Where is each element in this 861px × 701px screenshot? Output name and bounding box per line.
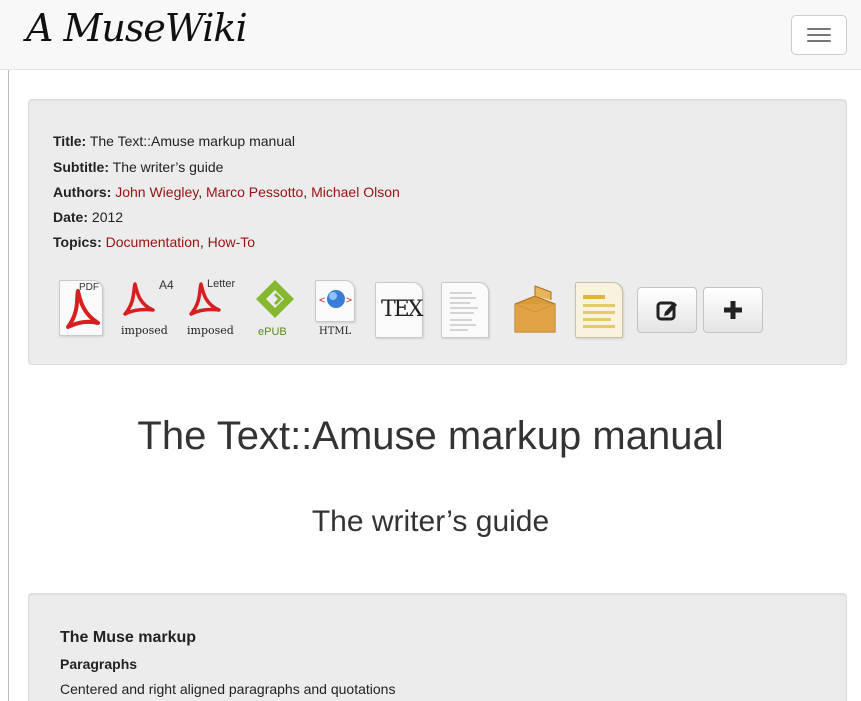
topic-link[interactable]: How-To bbox=[208, 234, 255, 250]
download-pdf[interactable]: PDF bbox=[59, 278, 111, 342]
table-of-contents: The Muse markup Paragraphs Centered and … bbox=[28, 593, 847, 701]
epub-caption: ePUB bbox=[258, 326, 287, 338]
download-letter-imposed[interactable]: Letter imposed bbox=[187, 278, 253, 342]
download-zip[interactable] bbox=[511, 278, 563, 342]
html-icon: < > bbox=[315, 280, 355, 322]
svg-text:>: > bbox=[346, 295, 352, 306]
menu-toggle-button[interactable] bbox=[791, 15, 847, 55]
add-button[interactable] bbox=[703, 287, 763, 333]
list-separator: , bbox=[303, 184, 312, 200]
letter-tag: Letter bbox=[207, 278, 236, 290]
edit-icon bbox=[656, 301, 677, 321]
tex-icon: TEX bbox=[375, 282, 423, 338]
download-formats: PDF A4 imposed Letter imposed ePUB < > H… bbox=[59, 278, 779, 342]
meta-date-value: 2012 bbox=[91, 209, 124, 225]
author-link[interactable]: Michael Olson bbox=[311, 184, 400, 200]
letter-caption: imposed bbox=[187, 324, 234, 337]
meta-topics-label: Topics: bbox=[53, 234, 102, 250]
pdf-tag: PDF bbox=[79, 282, 99, 293]
author-link[interactable]: John Wiegley bbox=[115, 184, 198, 200]
hamburger-icon-bar bbox=[807, 34, 831, 36]
list-separator: , bbox=[198, 184, 207, 200]
meta-topics: Topics: Documentation, How-To bbox=[53, 234, 255, 250]
author-link[interactable]: Marco Pessotto bbox=[206, 184, 303, 200]
meta-title-value: The Text::Amuse markup manual bbox=[89, 133, 296, 149]
meta-date-label: Date: bbox=[53, 209, 89, 225]
download-odt[interactable] bbox=[575, 278, 627, 342]
zip-archive-icon bbox=[514, 285, 556, 333]
page-subtitle: The writer’s guide bbox=[311, 505, 550, 538]
list-separator: , bbox=[199, 234, 208, 250]
hamburger-icon-bar bbox=[807, 28, 831, 30]
meta-title: Title: The Text::Amuse markup manual bbox=[53, 133, 295, 149]
a4-tag: A4 bbox=[159, 278, 174, 292]
pdf-icon: PDF bbox=[59, 280, 103, 336]
meta-subtitle-label: Subtitle: bbox=[53, 159, 109, 175]
site-logo[interactable]: A MuseWiki bbox=[26, 6, 248, 50]
tex-tag: TEX bbox=[381, 297, 423, 322]
plain-text-icon bbox=[441, 282, 489, 338]
meta-title-label: Title: bbox=[53, 133, 87, 149]
meta-subtitle-value: The writer’s guide bbox=[112, 159, 224, 175]
svg-text:<: < bbox=[319, 295, 325, 306]
epub-icon bbox=[256, 280, 294, 318]
plus-icon bbox=[724, 301, 742, 319]
meta-subtitle: Subtitle: The writer’s guide bbox=[53, 159, 223, 175]
hamburger-icon-bar bbox=[807, 40, 831, 42]
meta-date: Date: 2012 bbox=[53, 209, 123, 225]
topic-link[interactable]: Documentation bbox=[106, 234, 200, 250]
download-a4-imposed[interactable]: A4 imposed bbox=[121, 278, 183, 342]
download-tex[interactable]: TEX bbox=[375, 278, 429, 342]
odt-icon bbox=[575, 282, 623, 338]
html-caption: HTML bbox=[319, 326, 352, 337]
download-html[interactable]: < > HTML bbox=[315, 278, 363, 342]
download-plain-text[interactable] bbox=[441, 278, 493, 342]
toc-item-link[interactable]: Centered and right aligned paragraphs an… bbox=[60, 681, 395, 697]
toc-subsection-link[interactable]: Paragraphs bbox=[60, 656, 137, 672]
page-title: The Text::Amuse markup manual bbox=[137, 414, 724, 458]
download-epub[interactable]: ePUB bbox=[252, 278, 302, 342]
navbar: A MuseWiki bbox=[0, 0, 861, 70]
meta-authors: Authors: John Wiegley, Marco Pessotto, M… bbox=[53, 184, 400, 200]
edit-button[interactable] bbox=[637, 287, 697, 333]
left-border bbox=[8, 0, 9, 701]
toc-section-link[interactable]: The Muse markup bbox=[60, 629, 196, 647]
pdf-a4-imposed-icon bbox=[123, 282, 155, 316]
a4-caption: imposed bbox=[121, 324, 168, 337]
meta-authors-label: Authors: bbox=[53, 184, 112, 200]
text-metadata-panel: Title: The Text::Amuse markup manual Sub… bbox=[28, 99, 847, 365]
